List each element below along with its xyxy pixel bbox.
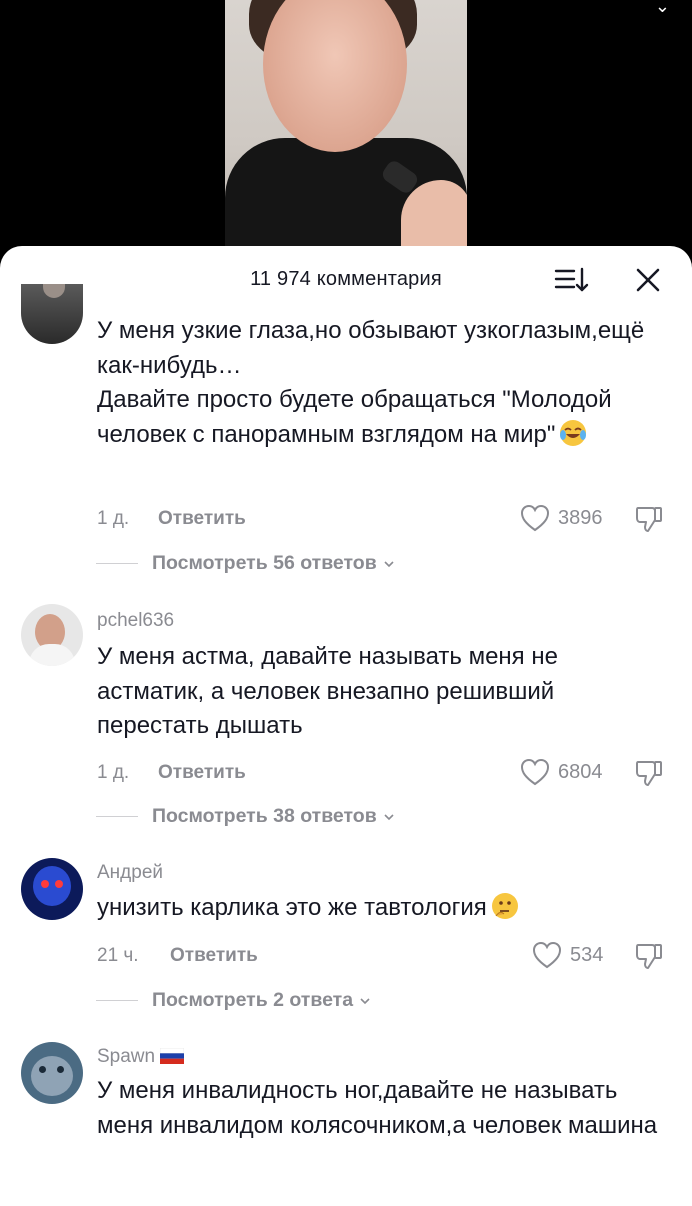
like-button[interactable]: 6804: [520, 758, 603, 786]
heart-icon: [532, 941, 562, 969]
view-replies-button[interactable]: Посмотреть 38 ответов: [96, 805, 395, 828]
comment-text: унизить карлика это же тавтология: [97, 891, 667, 926]
comments-header: 11 974 комментария: [0, 246, 692, 316]
thinking-face-icon: [491, 893, 518, 919]
view-replies-label: Посмотреть 38 ответов: [152, 805, 377, 827]
username[interactable]: pchel636: [97, 610, 174, 632]
view-replies-button[interactable]: Посмотреть 56 ответов: [96, 552, 395, 575]
view-replies-label: Посмотреть 2 ответа: [152, 989, 354, 1011]
heart-icon: [520, 504, 550, 532]
avatar[interactable]: [21, 1042, 83, 1104]
comment-time: 1 д.: [97, 762, 130, 783]
comment-text: У меня узкие глаза,но обзывают узкоглазы…: [97, 317, 645, 448]
face-with-tears-of-joy-icon: [560, 419, 587, 446]
avatar[interactable]: [21, 284, 83, 344]
video-person-face: [263, 0, 407, 152]
comment-text: У меня астма, давайте называть меня не а…: [97, 643, 558, 739]
view-replies-label: Посмотреть 56 ответов: [152, 552, 377, 574]
sort-icon[interactable]: [554, 266, 590, 294]
like-button[interactable]: 3896: [520, 504, 603, 532]
chevron-down-icon: [384, 813, 394, 820]
comments-sheet: 11 974 комментария У меня узкие глаза,но…: [0, 246, 692, 1206]
comment-text: У меня инвалидность ног,давайте не назыв…: [97, 1077, 658, 1139]
reply-button[interactable]: Ответить: [158, 762, 246, 784]
avatar[interactable]: [21, 604, 83, 666]
avatar[interactable]: [21, 858, 83, 920]
reply-button[interactable]: Ответить: [170, 945, 258, 967]
comment-time: 21 ч.: [97, 945, 139, 966]
view-replies-button[interactable]: Посмотреть 2 ответа: [96, 989, 371, 1012]
chevron-icon[interactable]: ⌄: [655, 0, 670, 17]
like-count: 6804: [558, 760, 603, 783]
reply-button[interactable]: Ответить: [158, 508, 246, 530]
chevron-down-icon: [360, 997, 370, 1004]
like-count: 534: [570, 943, 604, 966]
username[interactable]: Андрей: [97, 862, 163, 884]
divider: [96, 563, 138, 564]
username[interactable]: Spawn: [97, 1046, 185, 1068]
chevron-down-icon: [384, 560, 394, 567]
russian-flag-icon: [160, 1047, 185, 1064]
thumbs-down-icon[interactable]: [634, 941, 664, 971]
comment-time: 1 д.: [97, 508, 130, 529]
video-player[interactable]: ⌄: [0, 0, 692, 260]
thumbs-down-icon[interactable]: [634, 504, 664, 534]
close-icon[interactable]: [634, 266, 662, 294]
like-count: 3896: [558, 506, 603, 529]
like-button[interactable]: 534: [532, 941, 603, 969]
thumbs-down-icon[interactable]: [634, 758, 664, 788]
heart-icon: [520, 758, 550, 786]
divider: [96, 816, 138, 817]
video-frame: [225, 0, 467, 260]
divider: [96, 1000, 138, 1001]
